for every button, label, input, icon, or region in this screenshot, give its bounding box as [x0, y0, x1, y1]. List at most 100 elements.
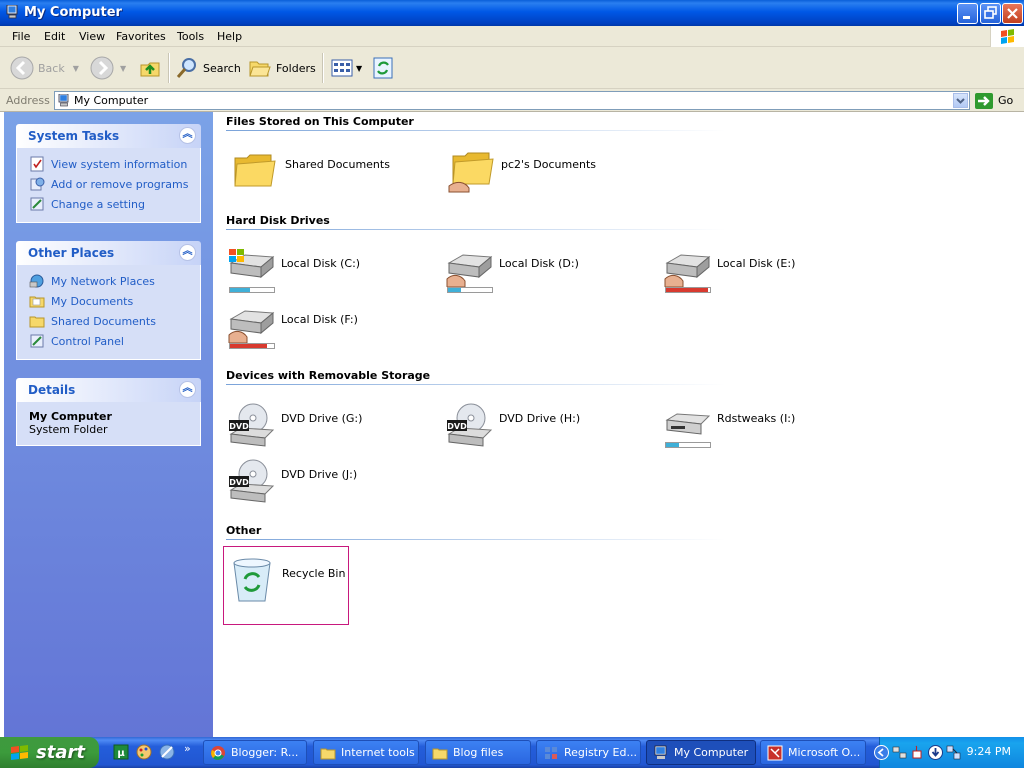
rdstweaks-i-item[interactable]: Rdstweaks (I:) [663, 400, 795, 448]
quick-launch-app-icon[interactable] [159, 744, 175, 760]
details-type: System Folder [29, 423, 108, 436]
windows-logo [990, 26, 1024, 48]
chrome-icon [211, 745, 225, 760]
local-disk-d-item[interactable]: Local Disk (D:) [445, 245, 579, 293]
taskbar: start µ » Blogger: R... Internet tools B… [0, 737, 1024, 768]
search-button[interactable]: Search [175, 55, 241, 81]
collapse-chevron-icon[interactable]: ︽ [179, 244, 196, 261]
network-tray-icon[interactable] [892, 745, 907, 760]
shared-documents-item[interactable]: Shared Documents [231, 146, 390, 194]
task-registry-editor[interactable]: Registry Ed... [536, 740, 641, 765]
group-header: Hard Disk Drives [226, 214, 330, 227]
folders-label: Folders [276, 61, 316, 75]
svg-text:DVD: DVD [229, 478, 249, 487]
control-panel-link[interactable]: Control Panel [17, 331, 200, 351]
item-label: Local Disk (E:) [717, 257, 796, 270]
shared-hard-drive-icon [446, 254, 493, 288]
title-bar[interactable]: My Computer [0, 0, 1024, 26]
start-label: start [36, 742, 85, 763]
my-network-places-link[interactable]: My Network Places [17, 271, 200, 291]
group-header: Devices with Removable Storage [226, 369, 431, 382]
system-tasks-header[interactable]: System Tasks ︽ [16, 124, 201, 148]
menu-file[interactable]: File [12, 30, 30, 43]
group-divider [226, 539, 726, 540]
other-places-header[interactable]: Other Places ︽ [16, 241, 201, 265]
link-label: View system information [51, 157, 188, 171]
pc2-documents-item[interactable]: pc2's Documents [447, 146, 596, 194]
views-icon [331, 59, 353, 77]
recycle-bin-item[interactable]: Recycle Bin [228, 555, 345, 603]
task-microsoft-office[interactable]: Microsoft O... [760, 740, 866, 765]
shared-hard-drive-icon [228, 310, 275, 344]
close-button[interactable] [1002, 3, 1023, 24]
tray-expand-chevron-icon[interactable] [874, 745, 889, 760]
group-divider [226, 384, 726, 385]
svg-text:µ: µ [117, 748, 125, 759]
forward-dropdown-icon[interactable]: ▼ [120, 64, 126, 73]
change-setting-link[interactable]: Change a setting [17, 194, 200, 214]
up-button[interactable] [138, 55, 162, 81]
details-header[interactable]: Details ︽ [16, 378, 201, 402]
views-button[interactable]: ▼ [330, 55, 362, 81]
toolbar: Back ▼ ▼ Search Folders ▼ [0, 47, 1024, 89]
menu-view[interactable]: View [79, 30, 105, 43]
utorrent-icon[interactable]: µ [113, 744, 129, 760]
task-pane: System Tasks ︽ View system information A… [4, 112, 213, 737]
local-disk-c-item[interactable]: Local Disk (C:) [227, 245, 360, 293]
back-dropdown-icon[interactable]: ▼ [73, 64, 79, 73]
address-input[interactable]: My Computer [54, 91, 970, 110]
recycle-bin-icon [233, 558, 271, 602]
collapse-chevron-icon[interactable]: ︽ [179, 127, 196, 144]
forward-button[interactable]: ▼ [90, 55, 126, 81]
details-panel: Details ︽ My Computer System Folder [16, 378, 201, 446]
go-button[interactable]: Go [975, 91, 1013, 110]
restore-button[interactable] [980, 3, 1001, 24]
task-blogger[interactable]: Blogger: R... [203, 740, 307, 765]
task-internet-tools[interactable]: Internet tools [313, 740, 419, 765]
restore-icon [984, 6, 997, 19]
dvd-drive-icon: DVD [229, 459, 275, 503]
shared-hard-drive-icon [664, 254, 711, 288]
folders-button[interactable]: Folders [248, 55, 316, 81]
java-tray-icon[interactable] [910, 745, 925, 760]
quick-launch-chevron-icon[interactable]: » [184, 742, 191, 755]
task-label: Microsoft O... [788, 746, 861, 759]
task-label: Internet tools [341, 746, 415, 759]
local-disk-f-item[interactable]: Local Disk (F:) [227, 301, 358, 349]
start-button[interactable]: start [0, 737, 99, 768]
menu-edit[interactable]: Edit [44, 30, 65, 43]
connection-tray-icon[interactable] [946, 745, 961, 760]
views-dropdown-icon[interactable]: ▼ [356, 64, 362, 73]
task-blog-files[interactable]: Blog files [425, 740, 531, 765]
back-button[interactable]: Back ▼ [10, 55, 79, 81]
dvd-drive-icon: DVD [447, 403, 493, 447]
file-view[interactable]: Files Stored on This Computer Shared Doc… [213, 112, 1024, 737]
link-label: Add or remove programs [51, 177, 189, 191]
task-my-computer[interactable]: My Computer [646, 740, 756, 765]
collapse-chevron-icon[interactable]: ︽ [179, 381, 196, 398]
link-label: Control Panel [51, 334, 124, 348]
download-tray-icon[interactable] [928, 745, 943, 760]
minimize-button[interactable] [957, 3, 978, 24]
my-documents-link[interactable]: My Documents [17, 291, 200, 311]
sync-refresh-icon [373, 57, 393, 79]
shared-documents-link[interactable]: Shared Documents [17, 311, 200, 331]
menu-tools[interactable]: Tools [177, 30, 204, 43]
local-disk-e-item[interactable]: Local Disk (E:) [663, 245, 795, 293]
view-system-information-link[interactable]: View system information [17, 154, 200, 174]
folder-icon [432, 748, 448, 759]
panel-title: System Tasks [28, 129, 120, 143]
sync-button[interactable] [372, 55, 394, 81]
menu-favorites[interactable]: Favorites [116, 30, 166, 43]
microsoft-office-icon [767, 745, 783, 760]
dvd-drive-g-item[interactable]: DVD DVD Drive (G:) [227, 400, 362, 448]
dvd-drive-h-item[interactable]: DVD DVD Drive (H:) [445, 400, 580, 448]
address-value: My Computer [74, 94, 149, 107]
add-remove-programs-link[interactable]: Add or remove programs [17, 174, 200, 194]
menu-help[interactable]: Help [217, 30, 242, 43]
address-dropdown-button[interactable] [953, 93, 968, 108]
item-label: Rdstweaks (I:) [717, 412, 796, 425]
address-label: Address [6, 94, 50, 107]
paint-icon[interactable] [136, 744, 152, 760]
dvd-drive-j-item[interactable]: DVD DVD Drive (J:) [227, 456, 357, 504]
